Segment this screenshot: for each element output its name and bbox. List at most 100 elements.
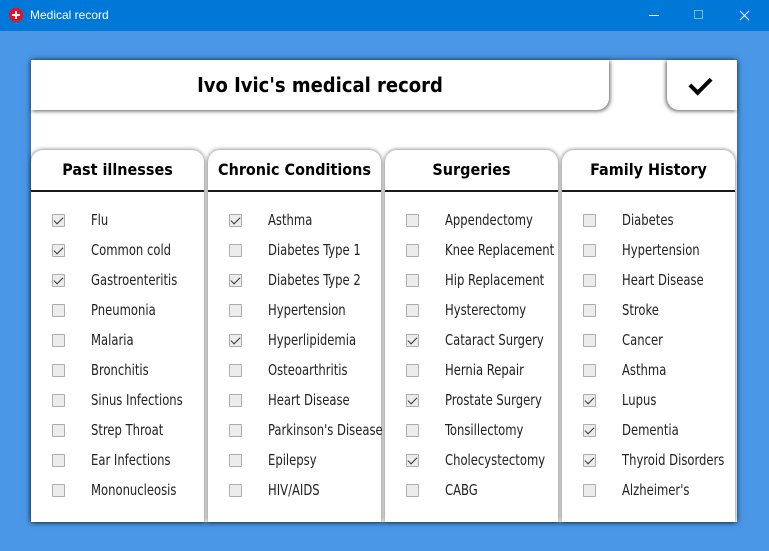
checkbox-label[interactable]: Diabetes Type 1 [268, 241, 361, 259]
checkbox-label[interactable]: Stroke [622, 301, 659, 319]
checkbox-label[interactable]: Strep Throat [91, 421, 163, 439]
checkbox-row[interactable]: Asthma [208, 211, 381, 233]
checkbox-row[interactable]: Strep Throat [31, 421, 204, 443]
checkbox-row[interactable]: Mononucleosis [31, 481, 204, 503]
checkbox-row[interactable]: Prostate Surgery [385, 391, 558, 413]
checkbox-row[interactable]: Common cold [31, 241, 204, 263]
checkbox-row[interactable]: Tonsillectomy [385, 421, 558, 443]
checkbox-label[interactable]: Thyroid Disorders [622, 451, 724, 469]
checkbox[interactable] [229, 244, 242, 257]
checkbox-label[interactable]: CABG [445, 481, 478, 499]
checkbox-row[interactable]: Pneumonia [31, 301, 204, 323]
checkbox-row[interactable]: Heart Disease [208, 391, 381, 413]
checkbox-label[interactable]: Ear Infections [91, 451, 171, 469]
checkbox-label[interactable]: Bronchitis [91, 361, 149, 379]
checkbox-label[interactable]: Heart Disease [622, 271, 704, 289]
checkbox-label[interactable]: Asthma [622, 361, 666, 379]
checkbox[interactable] [229, 424, 242, 437]
checkbox-row[interactable]: Asthma [562, 361, 735, 383]
checkbox-row[interactable]: Hysterectomy [385, 301, 558, 323]
checkbox-row[interactable]: HIV/AIDS [208, 481, 381, 503]
checkbox[interactable] [52, 244, 65, 257]
checkbox-row[interactable]: Osteoarthritis [208, 361, 381, 383]
checkbox-row[interactable]: Hypertension [208, 301, 381, 323]
checkbox-label[interactable]: Asthma [268, 211, 312, 229]
checkbox-row[interactable]: Ear Infections [31, 451, 204, 473]
checkbox-label[interactable]: Hypertension [268, 301, 346, 319]
checkbox-label[interactable]: Gastroenteritis [91, 271, 177, 289]
checkbox-row[interactable]: Diabetes Type 1 [208, 241, 381, 263]
checkbox[interactable] [52, 304, 65, 317]
checkbox-label[interactable]: HIV/AIDS [268, 481, 320, 499]
checkbox-label[interactable]: Diabetes [622, 211, 674, 229]
checkbox[interactable] [229, 214, 242, 227]
checkbox-label[interactable]: Parkinson's Disease [268, 421, 383, 439]
checkbox[interactable] [229, 364, 242, 377]
checkbox-row[interactable]: Lupus [562, 391, 735, 413]
checkbox-label[interactable]: Cholecystectomy [445, 451, 545, 469]
checkbox-label[interactable]: Pneumonia [91, 301, 156, 319]
checkbox[interactable] [583, 484, 596, 497]
checkbox[interactable] [229, 454, 242, 467]
checkbox-label[interactable]: Osteoarthritis [268, 361, 348, 379]
checkbox-label[interactable]: Epilepsy [268, 451, 317, 469]
checkbox-row[interactable]: CABG [385, 481, 558, 503]
checkbox-row[interactable]: Thyroid Disorders [562, 451, 735, 473]
checkbox[interactable] [583, 424, 596, 437]
checkbox[interactable] [229, 394, 242, 407]
checkbox[interactable] [52, 484, 65, 497]
checkbox[interactable] [229, 334, 242, 347]
checkbox-row[interactable]: Appendectomy [385, 211, 558, 233]
minimize-button[interactable] [631, 0, 677, 31]
checkbox[interactable] [583, 394, 596, 407]
checkbox[interactable] [406, 274, 419, 287]
checkbox-row[interactable]: Parkinson's Disease [208, 421, 383, 443]
save-button[interactable] [667, 60, 737, 110]
close-button[interactable] [721, 0, 767, 31]
checkbox-row[interactable]: Hernia Repair [385, 361, 558, 383]
checkbox[interactable] [406, 364, 419, 377]
checkbox-row[interactable]: Gastroenteritis [31, 271, 204, 293]
checkbox[interactable] [583, 334, 596, 347]
checkbox-label[interactable]: Hyperlipidemia [268, 331, 356, 349]
checkbox-row[interactable]: Cancer [562, 331, 735, 353]
checkbox[interactable] [52, 394, 65, 407]
checkbox-label[interactable]: Common cold [91, 241, 171, 259]
checkbox[interactable] [406, 334, 419, 347]
checkbox[interactable] [583, 214, 596, 227]
checkbox-row[interactable]: Alzheimer's [562, 481, 735, 503]
checkbox[interactable] [406, 424, 419, 437]
checkbox-row[interactable]: Hyperlipidemia [208, 331, 381, 353]
checkbox-label[interactable]: Hysterectomy [445, 301, 526, 319]
checkbox-row[interactable]: Diabetes [562, 211, 735, 233]
checkbox-label[interactable]: Malaria [91, 331, 134, 349]
checkbox[interactable] [406, 394, 419, 407]
checkbox[interactable] [406, 454, 419, 467]
checkbox-row[interactable]: Sinus Infections [31, 391, 204, 413]
checkbox[interactable] [583, 364, 596, 377]
checkbox[interactable] [406, 214, 419, 227]
checkbox-row[interactable]: Dementia [562, 421, 735, 443]
checkbox[interactable] [52, 274, 65, 287]
checkbox-label[interactable]: Prostate Surgery [445, 391, 542, 409]
checkbox[interactable] [583, 274, 596, 287]
checkbox-row[interactable]: Flu [31, 211, 204, 233]
checkbox-row[interactable]: Knee Replacement [385, 241, 558, 263]
checkbox-label[interactable]: Mononucleosis [91, 481, 176, 499]
checkbox-row[interactable]: Cholecystectomy [385, 451, 558, 473]
checkbox-label[interactable]: Alzheimer's [622, 481, 689, 499]
checkbox[interactable] [583, 304, 596, 317]
checkbox-label[interactable]: Tonsillectomy [445, 421, 523, 439]
checkbox[interactable] [583, 244, 596, 257]
checkbox-row[interactable]: Stroke [562, 301, 735, 323]
checkbox-row[interactable]: Hypertension [562, 241, 735, 263]
checkbox-row[interactable]: Bronchitis [31, 361, 204, 383]
checkbox[interactable] [229, 274, 242, 287]
checkbox[interactable] [406, 484, 419, 497]
checkbox-label[interactable]: Hypertension [622, 241, 700, 259]
checkbox-label[interactable]: Lupus [622, 391, 656, 409]
checkbox[interactable] [52, 334, 65, 347]
checkbox-label[interactable]: Heart Disease [268, 391, 350, 409]
checkbox[interactable] [52, 364, 65, 377]
checkbox-row[interactable]: Hip Replacement [385, 271, 558, 293]
